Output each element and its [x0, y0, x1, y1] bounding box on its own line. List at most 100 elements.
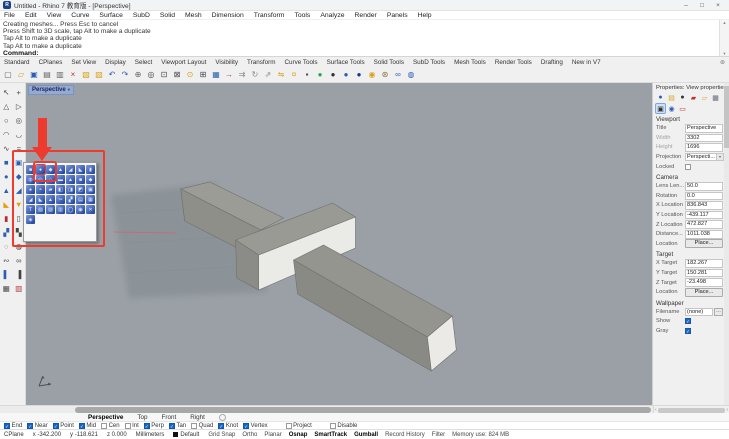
box-object-long-front[interactable] [294, 245, 457, 371]
solid-shell-icon[interactable]: ▣ [86, 185, 95, 194]
toggle-record-history[interactable]: Record History [385, 432, 425, 438]
menu-view[interactable]: View [47, 12, 62, 19]
osnap-disable-checkbox[interactable] [330, 423, 336, 429]
box-tool-icon[interactable]: ■ [0, 155, 13, 169]
status-field-cplane[interactable]: CPlane [4, 432, 24, 438]
dimension-tool-icon[interactable]: ▥ [13, 281, 26, 295]
toggle-gumball[interactable]: Gumball [354, 432, 378, 438]
osnap-int-checkbox[interactable] [125, 423, 131, 429]
toolbar-tab-render-tools[interactable]: Render Tools [495, 59, 532, 66]
panel-hscroll-thumb[interactable] [658, 408, 726, 413]
delete-icon[interactable]: × [67, 69, 79, 81]
zoom-extents-icon[interactable]: ⊠ [171, 69, 183, 81]
osnap-quad[interactable]: Quad [191, 423, 213, 429]
toolbar-tab-solid-tools[interactable]: Solid Tools [374, 59, 404, 66]
circle-3pt-tool-icon[interactable]: ◎ [13, 113, 26, 127]
arc-tool-icon[interactable]: ◠ [0, 127, 13, 141]
solid-difference-icon[interactable]: ◨ [66, 185, 75, 194]
toolbar-tab-set-view[interactable]: Set View [71, 59, 96, 66]
viewport-grid-icon[interactable]: ⊞ [197, 69, 209, 81]
polyline-tool-icon[interactable]: △ [0, 99, 13, 113]
osnap-point-checkbox[interactable]: ✓ [53, 423, 59, 429]
tab-options-gear-icon[interactable]: ⊛ [720, 59, 725, 66]
toolbar-tab-new-in-v7[interactable]: New in V7 [572, 59, 601, 66]
lock-icon[interactable]: ▪ [301, 69, 313, 81]
viewport-tab-top[interactable]: Top [137, 414, 147, 421]
location-button[interactable]: Place... [685, 288, 723, 297]
menu-render[interactable]: Render [355, 12, 377, 19]
locked-checkbox[interactable] [685, 164, 691, 170]
osnap-mid-checkbox[interactable]: ✓ [79, 423, 85, 429]
curve-interp-tool-icon[interactable]: ≈ [13, 141, 26, 155]
line-tool-icon[interactable]: ▷ [13, 99, 26, 113]
toolbar-tab-visibility[interactable]: Visibility [215, 59, 238, 66]
annotate-tab-icon[interactable]: ▰ [689, 93, 698, 102]
grid-tool-icon[interactable]: ▦ [0, 281, 13, 295]
location-button[interactable]: Place... [685, 239, 723, 248]
solid-cylinder-icon[interactable]: ▮ [86, 165, 95, 174]
rotate-icon[interactable]: ↻ [249, 69, 261, 81]
panel-vertical-scrollbar[interactable] [724, 83, 729, 405]
select-tool-icon[interactable]: ↖ [0, 85, 13, 99]
osnap-point[interactable]: ✓Point [53, 423, 74, 429]
display-ghosted-icon[interactable]: ● [353, 69, 365, 81]
lens-len-field[interactable]: 50.0 [685, 182, 723, 191]
new-viewport-tab-icon[interactable] [219, 414, 226, 421]
osnap-tan-checkbox[interactable]: ✓ [169, 423, 175, 429]
command-area[interactable]: Creating meshes... Press Esc to cancelPr… [0, 20, 729, 57]
layers-tab-icon[interactable]: ▤ [667, 93, 676, 102]
pan-icon[interactable]: ⊕ [132, 69, 144, 81]
horizontal-scrollbar[interactable]: ‹ › [0, 405, 729, 413]
toggle-osnap[interactable]: Osnap [289, 432, 308, 438]
y-location-field[interactable]: -439.117 [685, 211, 723, 220]
solid-cap-holes-icon[interactable]: ◓ [36, 185, 45, 194]
solid-wire-cut-icon[interactable]: ✂ [56, 195, 65, 204]
chevron-down-icon[interactable]: ▾ [68, 87, 70, 92]
solid-area-icon[interactable]: ▧ [36, 205, 45, 214]
rotation-field[interactable]: 0.0 [685, 192, 723, 201]
osnap-project[interactable]: Project [286, 423, 312, 429]
status-field-x-342-200[interactable]: x -342.200 [33, 432, 61, 438]
solid-sphere-icon[interactable]: ● [36, 165, 45, 174]
distance-field[interactable]: 1011.038 [685, 230, 723, 239]
material-props-icon[interactable]: ◉ [667, 104, 676, 113]
move-icon[interactable]: → [223, 69, 235, 81]
menu-mesh[interactable]: Mesh [185, 12, 202, 19]
minimize-button[interactable]: – [678, 0, 694, 11]
menu-help[interactable]: Help [418, 12, 432, 19]
export-icon[interactable]: ▥ [54, 69, 66, 81]
solid-edge-softening-icon[interactable]: ▲ [46, 195, 55, 204]
osnap-end-checkbox[interactable]: ✓ [4, 423, 10, 429]
toggle-planar[interactable]: Planar [264, 432, 281, 438]
title-field[interactable]: Perspective [685, 124, 723, 133]
solid-boss-icon[interactable]: ◆ [86, 175, 95, 184]
x-location-field[interactable]: 836.843 [685, 201, 723, 210]
close-button[interactable]: × [710, 0, 726, 11]
toolbar-tab-standard[interactable]: Standard [4, 59, 30, 66]
solid-array-icon[interactable]: ▦ [86, 195, 95, 204]
osnap-cen-checkbox[interactable] [101, 423, 107, 429]
height-field[interactable]: 1696 [685, 143, 723, 152]
solid-torus-icon[interactable]: ○ [46, 175, 55, 184]
zoom-window-icon[interactable]: ⊡ [158, 69, 170, 81]
viewport-props-icon[interactable]: ▭ [678, 104, 687, 113]
solid-round-hole-icon[interactable]: ◉ [76, 205, 85, 214]
osnap-mid[interactable]: ✓Mid [79, 423, 96, 429]
scale-icon[interactable]: ⇗ [262, 69, 274, 81]
viewport-tab-right[interactable]: Right [190, 414, 205, 421]
solid-box-icon[interactable]: ■ [26, 165, 35, 174]
mirror-icon[interactable]: ⇋ [275, 69, 287, 81]
osnap-near-checkbox[interactable]: ✓ [27, 423, 33, 429]
panel-grid-tab-icon[interactable]: ▦ [711, 93, 720, 102]
solid-create-region-icon[interactable]: ▤ [76, 195, 85, 204]
link-icon[interactable]: ∞ [392, 69, 404, 81]
maximize-button[interactable]: □ [694, 0, 710, 11]
save-icon[interactable]: ▣ [28, 69, 40, 81]
osnap-perp[interactable]: ✓Perp [144, 423, 164, 429]
hide-icon[interactable]: ¤ [288, 69, 300, 81]
boolean-tool-icon[interactable]: ▞ [0, 225, 13, 239]
solid-delete-hole-icon[interactable]: ✕ [86, 205, 95, 214]
solid-fillet-edge-icon[interactable]: ◢ [26, 195, 35, 204]
gray-checkbox[interactable]: ✓ [685, 328, 691, 334]
notes-tab-icon[interactable]: ▱ [700, 93, 709, 102]
